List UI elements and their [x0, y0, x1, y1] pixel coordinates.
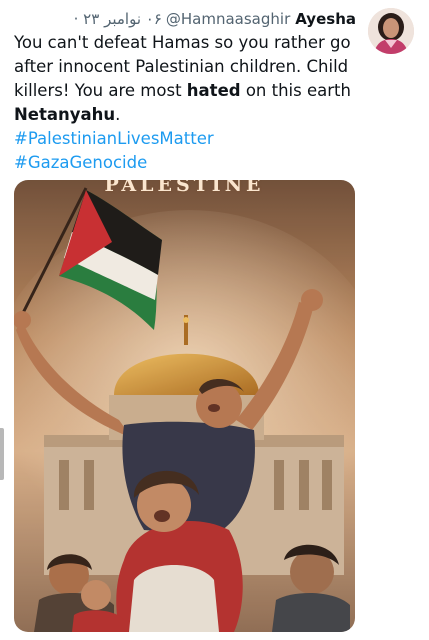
tweet-card[interactable]: ۰۶ نوامبر ۲۳ · @Hamnaasaghir Ayesha You … — [0, 0, 429, 640]
poster-illustration — [14, 180, 355, 632]
tweet-media-image[interactable]: PALESTINE — [14, 180, 355, 632]
hashtag-link[interactable]: #GazaGenocide — [14, 151, 359, 175]
avatar[interactable] — [368, 8, 414, 54]
tweet-text: You can't defeat Hamas so you rather go … — [14, 31, 359, 175]
tweet-header: ۰۶ نوامبر ۲۳ · @Hamnaasaghir Ayesha — [16, 8, 356, 30]
tweet-bold-name: Netanyahu — [14, 105, 116, 124]
author-handle[interactable]: @Hamnaasaghir — [166, 10, 290, 28]
tweet-date[interactable]: ۰۶ نوامبر ۲۳ · — [74, 10, 162, 28]
poster-title: PALESTINE — [104, 180, 265, 196]
tweet-bold-word: hated — [186, 81, 241, 100]
tweet-text-part: on this earth — [240, 81, 351, 100]
tweet-text-end: . — [115, 105, 121, 124]
author-name[interactable]: Ayesha — [295, 10, 356, 28]
hashtag-link[interactable]: #PalestinianLivesMatter — [14, 127, 359, 151]
avatar-image — [368, 8, 414, 54]
